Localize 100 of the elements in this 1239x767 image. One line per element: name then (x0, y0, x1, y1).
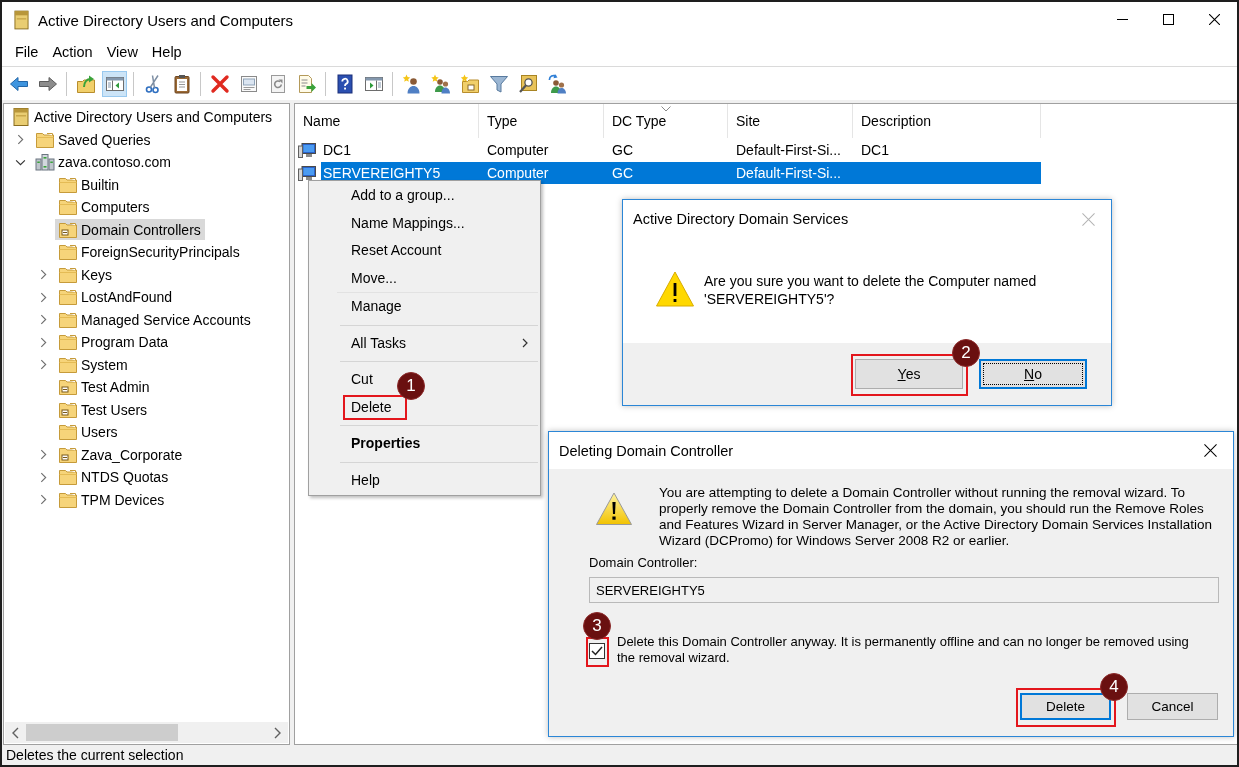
menu-item[interactable]: Reset Account (351, 242, 442, 260)
text-field[interactable]: SERVEREIGHTY5 (589, 577, 1219, 603)
menu-item[interactable]: Delete (351, 398, 392, 416)
check-icon (591, 646, 603, 656)
close-icon (1208, 13, 1220, 25)
folder-document-icon (58, 377, 78, 398)
chevron-left-icon[interactable] (12, 726, 19, 739)
menu-item[interactable]: Add to a group... (351, 187, 455, 205)
column-header[interactable]: Site (728, 104, 853, 138)
tree-item[interactable]: Domain Controllers (55, 219, 205, 241)
dialog-message: Are you sure you want to delete the Computer named 'SERVEREIGHTY5'? (704, 272, 1038, 308)
dialog-button[interactable]: Cancel (1127, 693, 1218, 720)
tree-item[interactable]: Active Directory Users and Computers (8, 106, 277, 128)
close-icon (1203, 444, 1217, 457)
menu-item[interactable]: All Tasks (351, 334, 540, 352)
book-icon (14, 10, 29, 30)
tree-item[interactable]: System (55, 354, 132, 376)
warning-icon (595, 491, 633, 527)
folder-icon (58, 287, 78, 308)
folder-arrow-icon (75, 73, 96, 94)
horizontal-scrollbar[interactable] (5, 722, 288, 743)
menu-bar-item[interactable]: Help (144, 42, 189, 62)
window-title: Active Directory Users and Computers (38, 11, 294, 29)
menu-item[interactable]: Properties (351, 435, 421, 453)
list-row[interactable]: DC1 Computer GC Default-First-Si... DC1 (321, 138, 1041, 161)
chevron-right-icon[interactable] (39, 269, 47, 281)
tree-item[interactable]: Managed Service Accounts (55, 309, 255, 331)
chevron-right-icon[interactable] (39, 314, 47, 326)
tree-item[interactable]: LostAndFound (55, 286, 177, 308)
toolbar-button[interactable] (102, 70, 127, 97)
clipboard-icon (171, 73, 192, 94)
status-text: Deletes the current selection (6, 747, 184, 763)
menu-bar-item[interactable]: Action (45, 42, 100, 62)
dialog-button[interactable]: No (979, 359, 1087, 389)
dialog-button[interactable]: Yes (855, 359, 963, 389)
chevron-right-icon[interactable] (39, 494, 47, 506)
chevron-down-icon[interactable] (14, 158, 26, 166)
chevron-right-icon[interactable] (16, 134, 24, 146)
menu-item[interactable]: Manage (351, 298, 402, 316)
tree-item[interactable]: zava.contoso.com (32, 151, 175, 173)
column-header[interactable]: Type (479, 104, 604, 138)
help-icon (334, 73, 355, 94)
menu-item[interactable]: Cut (351, 371, 373, 389)
tree-item[interactable]: ForeignSecurityPrincipals (55, 241, 244, 263)
column-header[interactable]: Name (295, 104, 479, 138)
menu-item[interactable]: Name Mappings... (351, 214, 465, 232)
close-icon (1081, 212, 1095, 226)
highlight-frame (343, 394, 407, 420)
table-cell-text: Default-First-Si... (735, 140, 842, 160)
dialog-message: You are attempting to delete a Domain Controller without running the removal wizard. To properly remove the Domain Controller from the domain, you should run the Remove Roles and Features Wizard in Server Manager, or the Active Directory Domain Services Installation Wizard (DCPromo) for Windows Server 2008 R2 or earlier. (659, 485, 1213, 549)
menu-bar-item[interactable]: View (99, 42, 145, 62)
step-number-badge: 4 (1100, 673, 1128, 701)
tree-item[interactable]: Test Admin (55, 376, 154, 398)
folder-icon (58, 197, 78, 218)
computer-icon (298, 164, 316, 181)
search-icon (517, 73, 538, 94)
folder-icon (58, 332, 78, 353)
chevron-right-icon[interactable] (274, 726, 281, 739)
checkbox-label[interactable]: Delete this Domain Controller anyway. It is permanently offline and can no longer be removed using the removal wizard. (617, 634, 1202, 666)
chevron-right-icon[interactable] (39, 359, 47, 371)
folder-icon (58, 242, 78, 263)
menu-item[interactable]: Help (351, 471, 380, 489)
chevron-right-icon[interactable] (39, 471, 47, 483)
menu-bar-item[interactable]: File (8, 42, 46, 62)
dialog-button[interactable]: Delete (1020, 693, 1111, 720)
column-header[interactable]: Description (853, 104, 1041, 138)
tree-item[interactable]: Zava_Corporate (55, 444, 187, 466)
table-cell-text: SERVEREIGHTY5 (322, 163, 442, 183)
chevron-right-icon[interactable] (39, 449, 47, 461)
chevron-right-icon[interactable] (39, 336, 47, 348)
tree-item[interactable]: Users (55, 421, 122, 443)
tree-item[interactable]: Test Users (55, 399, 152, 421)
column-header[interactable]: DC Type (604, 104, 728, 138)
chevron-right-icon[interactable] (39, 291, 47, 303)
list-row[interactable]: SERVEREIGHTY5 Computer GC Default-First-Si... (321, 161, 1041, 184)
tree-item[interactable]: Keys (55, 264, 117, 286)
table-cell-text: DC1 (322, 140, 352, 160)
computer-icon (298, 141, 316, 158)
dialog-title: Active Directory Domain Services (633, 211, 849, 227)
table-cell-text: DC1 (860, 140, 890, 160)
table-cell-text: GC (611, 163, 634, 183)
tree-item[interactable]: Saved Queries (32, 129, 155, 151)
checkbox[interactable] (589, 643, 605, 659)
delete-icon (209, 73, 230, 94)
menu-item[interactable]: Move... (351, 269, 397, 287)
warning-icon (655, 269, 695, 309)
folder-star-icon (459, 73, 480, 94)
field-label: Domain Controller: (589, 555, 699, 571)
tree-item[interactable]: TPM Devices (55, 489, 169, 511)
table-cell-text: GC (611, 140, 634, 160)
tree-item[interactable]: Program Data (55, 331, 173, 353)
folder-icon (58, 467, 78, 488)
users-arrow-icon (546, 73, 567, 94)
tree-item[interactable]: Computers (55, 196, 154, 218)
scrollbar-thumb[interactable] (26, 724, 178, 741)
servers-icon (35, 152, 55, 173)
folder-icon (58, 422, 78, 443)
tree-item[interactable]: NTDS Quotas (55, 466, 173, 488)
tree-item[interactable]: Builtin (55, 174, 124, 196)
table-cell-text: Computer (486, 140, 550, 160)
